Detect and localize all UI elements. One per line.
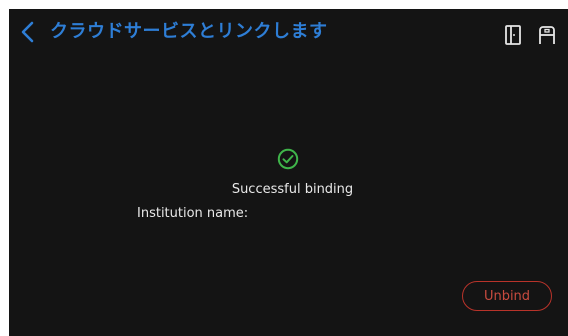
page-title: クラウドサービスとリンクします bbox=[50, 21, 328, 42]
chevron-left-icon bbox=[21, 21, 34, 43]
check-circle-icon bbox=[277, 148, 299, 170]
unbind-button[interactable]: Unbind bbox=[462, 281, 552, 311]
door-button[interactable] bbox=[502, 23, 524, 47]
status-message-text: Successful binding bbox=[231, 182, 354, 197]
header-bar: クラウドサービスとリンクします bbox=[9, 9, 568, 55]
screen: クラウドサービスとリンクします Successful binding Insti… bbox=[9, 9, 568, 336]
badge-icon bbox=[539, 26, 555, 44]
back-button[interactable] bbox=[15, 19, 41, 45]
institution-name-label: Institution name: bbox=[137, 206, 249, 221]
status-message: Successful binding bbox=[9, 181, 568, 198]
badge-button[interactable] bbox=[536, 23, 558, 47]
door-icon bbox=[505, 25, 521, 45]
